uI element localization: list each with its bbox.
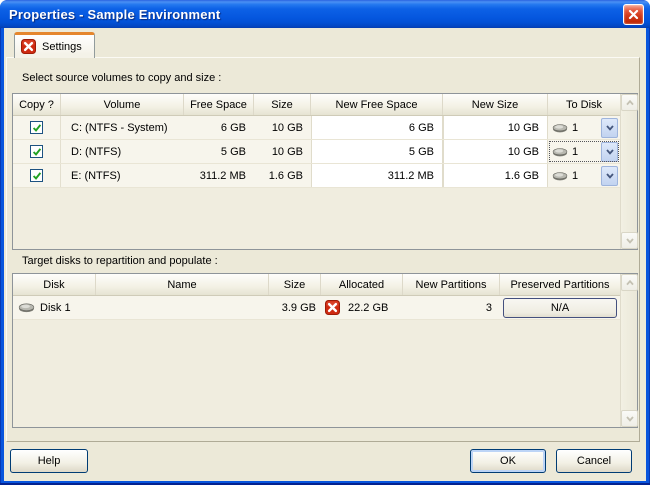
column-header-to-disk[interactable]: To Disk: [548, 94, 620, 115]
name-cell: [96, 296, 269, 319]
chevron-down-icon: [626, 238, 634, 244]
size-cell: 10 GB: [254, 140, 311, 163]
chevron-up-icon: [626, 100, 634, 106]
target-disks-table: Disk Name Size Allocated New Partitions …: [12, 273, 638, 428]
scroll-down-button[interactable]: [621, 232, 638, 249]
new-free-space-field[interactable]: 5 GB: [311, 140, 443, 163]
copy-checkbox[interactable]: [30, 145, 43, 158]
free-space-cell: 5 GB: [184, 140, 254, 163]
new-partitions-cell: 3: [403, 296, 500, 319]
new-free-space-field[interactable]: 6 GB: [311, 116, 443, 139]
scroll-down-button[interactable]: [621, 410, 638, 427]
column-header-disk[interactable]: Disk: [13, 274, 96, 295]
dialog-client-area: Settings Select source volumes to copy a…: [4, 28, 646, 481]
preserved-partitions-cell: N/A: [500, 296, 620, 319]
to-disk-cell: 1: [548, 140, 620, 163]
disk-icon: [552, 171, 568, 181]
column-header-new-free-space[interactable]: New Free Space: [311, 94, 443, 115]
column-header-volume[interactable]: Volume: [61, 94, 184, 115]
allocated-value: 22.2 GB: [348, 302, 388, 314]
new-size-field[interactable]: 10 GB: [443, 140, 548, 163]
free-space-cell: 6 GB: [184, 116, 254, 139]
source-volume-row[interactable]: E: (NTFS) 311.2 MB 1.6 GB 311.2 MB 1.6 G…: [13, 164, 620, 188]
column-header-size[interactable]: Size: [269, 274, 321, 295]
to-disk-value: 1: [572, 146, 578, 158]
new-size-field[interactable]: 10 GB: [443, 116, 548, 139]
ok-button[interactable]: OK: [470, 449, 546, 473]
titlebar[interactable]: Properties - Sample Environment: [0, 0, 650, 28]
column-header-new-size[interactable]: New Size: [443, 94, 548, 115]
check-icon: [32, 123, 42, 133]
size-cell: 3.9 GB: [269, 296, 321, 319]
column-header-preserved-partitions[interactable]: Preserved Partitions: [500, 274, 620, 295]
disk-cell: Disk 1: [13, 296, 96, 319]
target-table-scrollbar[interactable]: [620, 274, 637, 427]
scroll-up-button[interactable]: [621, 94, 638, 111]
disk-icon: [552, 123, 568, 133]
disk-label: Disk 1: [40, 302, 71, 314]
source-table-scrollbar[interactable]: [620, 94, 637, 249]
window-title: Properties - Sample Environment: [0, 7, 220, 22]
chevron-down-icon: [626, 416, 634, 422]
column-header-allocated[interactable]: Allocated: [321, 274, 403, 295]
column-header-name[interactable]: Name: [96, 274, 269, 295]
target-section-label: Target disks to repartition and populate…: [22, 255, 218, 269]
copy-checkbox[interactable]: [30, 169, 43, 182]
source-volumes-table: Copy ? Volume Free Space Size New Free S…: [12, 93, 638, 250]
volume-cell: D: (NTFS): [61, 140, 184, 163]
chevron-down-icon: [606, 149, 614, 155]
to-disk-value: 1: [572, 170, 578, 182]
new-free-space-field[interactable]: 311.2 MB: [311, 164, 443, 187]
chevron-down-icon: [606, 173, 614, 179]
copy-cell: [13, 140, 61, 163]
cancel-button[interactable]: Cancel: [556, 449, 632, 473]
column-header-copy[interactable]: Copy ?: [13, 94, 61, 115]
column-header-free-space[interactable]: Free Space: [184, 94, 254, 115]
size-cell: 10 GB: [254, 116, 311, 139]
tab-settings[interactable]: Settings: [14, 32, 95, 58]
check-icon: [32, 171, 42, 181]
to-disk-dropdown[interactable]: [601, 118, 618, 138]
to-disk-dropdown[interactable]: [601, 142, 618, 162]
to-disk-value: 1: [572, 122, 578, 134]
scroll-up-button[interactable]: [621, 274, 638, 291]
preserved-partitions-button[interactable]: N/A: [503, 298, 617, 318]
source-volume-row[interactable]: C: (NTFS - System) 6 GB 10 GB 6 GB 10 GB…: [13, 116, 620, 140]
tab-settings-label: Settings: [42, 40, 82, 53]
new-size-field[interactable]: 1.6 GB: [443, 164, 548, 187]
volume-cell: E: (NTFS): [61, 164, 184, 187]
error-icon: [325, 300, 340, 315]
check-icon: [32, 147, 42, 157]
column-header-size[interactable]: Size: [254, 94, 311, 115]
source-table-header: Copy ? Volume Free Space Size New Free S…: [13, 94, 620, 116]
chevron-up-icon: [626, 280, 634, 286]
properties-dialog: Properties - Sample Environment Settings…: [0, 0, 650, 485]
close-icon: [628, 9, 639, 20]
target-table-header: Disk Name Size Allocated New Partitions …: [13, 274, 620, 296]
disk-icon: [18, 302, 35, 313]
column-header-new-partitions[interactable]: New Partitions: [403, 274, 500, 295]
close-button[interactable]: [623, 4, 644, 25]
source-section-label: Select source volumes to copy and size :: [22, 72, 221, 86]
chevron-down-icon: [606, 125, 614, 131]
allocated-cell: 22.2 GB: [321, 296, 403, 319]
copy-cell: [13, 164, 61, 187]
copy-checkbox[interactable]: [30, 121, 43, 134]
volume-cell: C: (NTFS - System): [61, 116, 184, 139]
size-cell: 1.6 GB: [254, 164, 311, 187]
help-button[interactable]: Help: [10, 449, 88, 473]
target-disk-row[interactable]: Disk 1 3.9 GB 22.2 GB 3 N/A: [13, 296, 620, 320]
settings-tab-icon: [21, 39, 36, 54]
source-volume-row[interactable]: D: (NTFS) 5 GB 10 GB 5 GB 10 GB 1: [13, 140, 620, 164]
to-disk-cell: 1: [548, 116, 620, 139]
disk-icon: [552, 147, 568, 157]
to-disk-cell: 1: [548, 164, 620, 187]
free-space-cell: 311.2 MB: [184, 164, 254, 187]
copy-cell: [13, 116, 61, 139]
to-disk-dropdown[interactable]: [601, 166, 618, 186]
